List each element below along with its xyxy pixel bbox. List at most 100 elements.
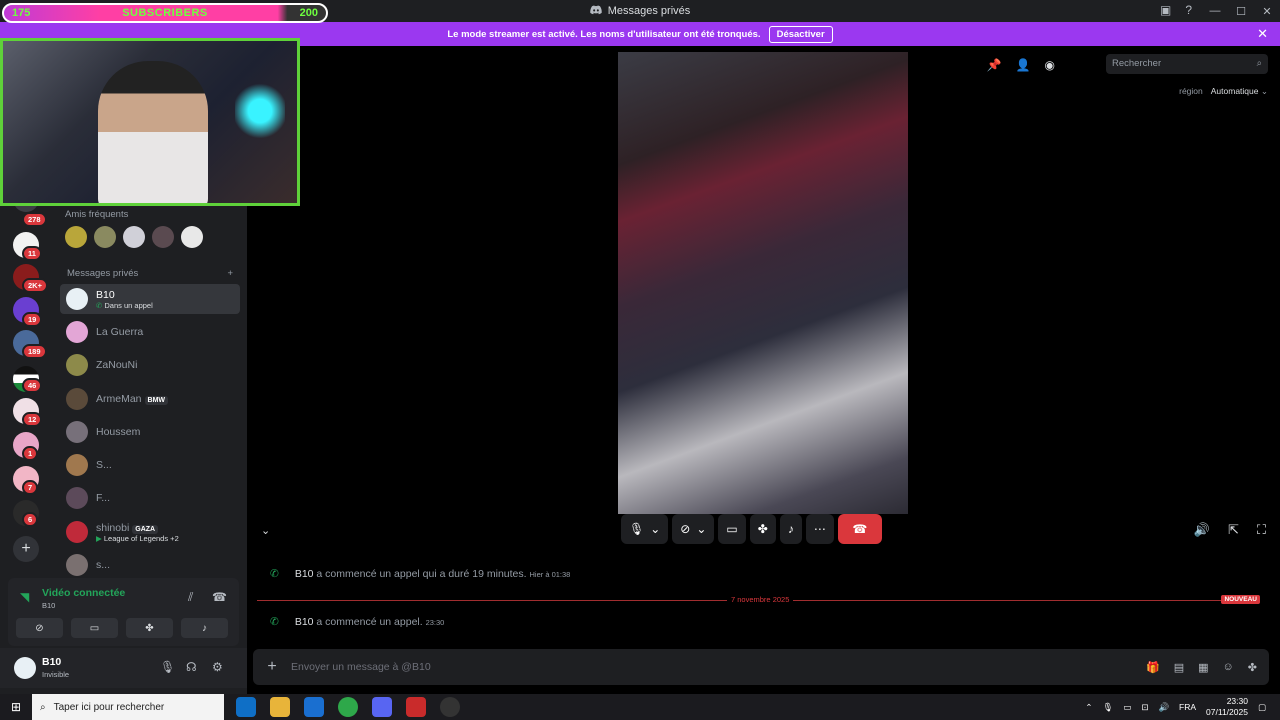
file-explorer-icon[interactable]: [270, 697, 290, 717]
language-indicator[interactable]: FRA: [1179, 702, 1196, 712]
taskbar-search[interactable]: ⌕ Taper ici pour rechercher: [32, 694, 224, 720]
sticker-icon[interactable]: ▦: [1198, 661, 1208, 674]
dm-item[interactable]: shinobi GAZA ▶ League of Legends +2: [60, 517, 240, 547]
dm-item[interactable]: ArmeMan BMW: [60, 384, 240, 414]
notification-icon[interactable]: ▢: [1258, 702, 1266, 713]
dm-section-header: Messages privés +: [67, 268, 233, 279]
search-icon: ⌕: [1256, 58, 1262, 69]
fullscreen-icon[interactable]: ⛶: [1257, 522, 1266, 538]
microphone-icon[interactable]: 🎙: [160, 660, 175, 674]
headphones-icon[interactable]: ☊: [186, 660, 197, 674]
store-icon[interactable]: [304, 697, 324, 717]
signal-icon[interactable]: ◥: [20, 590, 29, 604]
call-log-message: ✆ B10 a commencé un appel qui a duré 19 …: [270, 568, 571, 580]
obs-icon[interactable]: [440, 697, 460, 717]
clock[interactable]: 23:30 07/11/2025: [1206, 696, 1248, 718]
avatar[interactable]: [14, 657, 36, 679]
video-stream[interactable]: [618, 52, 908, 514]
popout-icon[interactable]: ⇱: [1228, 522, 1239, 538]
add-friend-icon[interactable]: 👤: [1016, 58, 1031, 72]
gift-icon[interactable]: 🎁: [1146, 661, 1160, 674]
dm-name: Houssem: [96, 426, 141, 438]
avatar: [66, 454, 88, 476]
activities-button[interactable]: ✤: [749, 514, 776, 544]
dm-name: S...: [96, 459, 112, 471]
add-server-icon[interactable]: +: [13, 536, 39, 562]
dm-item[interactable]: F...: [60, 483, 240, 513]
dm-item[interactable]: Houssem: [60, 417, 240, 447]
voicemeeter-icon[interactable]: [406, 697, 426, 717]
emoji-icon[interactable]: ☺: [1223, 661, 1234, 674]
activities-button[interactable]: ✤: [126, 618, 173, 638]
camera-off-button[interactable]: ⊘: [16, 618, 63, 638]
dm-activity: ▶ League of Legends +2: [96, 533, 179, 543]
dm-item[interactable]: S...: [60, 450, 240, 480]
dm-name: shinobi GAZA: [96, 522, 179, 534]
search-icon: ⌕: [40, 701, 46, 713]
frequent-friend-avatar[interactable]: [94, 226, 116, 248]
region-selector[interactable]: région Automatique ⌄: [1179, 86, 1268, 97]
microphone-button[interactable]: 🎙 ⌄: [621, 514, 669, 544]
system-tray: ⌃ 🎙 ▭ ⊡ 🔊 FRA 23:30 07/11/2025 ▢: [1085, 694, 1266, 720]
voice-server: B10: [42, 601, 56, 610]
frequent-friends-label: Amis fréquents: [65, 209, 129, 220]
network-icon[interactable]: ⊡: [1141, 702, 1148, 713]
inbox-icon[interactable]: ▣: [1160, 3, 1171, 17]
date-divider: 7 novembre 2025 NOUVEAU: [257, 595, 1260, 604]
chrome-icon[interactable]: [338, 697, 358, 717]
dm-name: F...: [96, 492, 111, 504]
webcam-overlay: [0, 38, 300, 206]
avatar: [66, 521, 88, 543]
dm-item[interactable]: La Guerra: [60, 317, 240, 347]
server-badge: 278: [22, 212, 47, 227]
noise-suppression-icon[interactable]: ⫽: [188, 590, 193, 605]
maximize-button[interactable]: ☐: [1228, 5, 1254, 18]
help-icon[interactable]: ?: [1185, 3, 1192, 17]
close-banner-icon[interactable]: ✕: [1257, 26, 1268, 42]
apps-icon[interactable]: ✤: [1248, 661, 1257, 674]
pin-icon[interactable]: 📌: [987, 58, 1002, 72]
frequent-friend-avatar[interactable]: [181, 226, 203, 248]
end-call-button[interactable]: ☎: [837, 514, 882, 544]
disconnect-icon[interactable]: ☎: [212, 590, 227, 604]
search-input[interactable]: Rechercher ⌕: [1106, 54, 1268, 74]
chevron-down-icon[interactable]: ⌄: [261, 524, 270, 537]
close-window-button[interactable]: ✕: [1254, 5, 1280, 18]
volume-icon[interactable]: 🔊: [1194, 522, 1210, 538]
message-input[interactable]: [291, 661, 1147, 673]
dm-name: s...: [96, 559, 111, 571]
dm-item-b10[interactable]: B10 ✆ Dans un appel: [60, 284, 240, 314]
chevron-up-icon[interactable]: ⌃: [1085, 702, 1092, 713]
frequent-friend-avatar[interactable]: [123, 226, 145, 248]
screen-share-button[interactable]: ▭: [718, 514, 746, 544]
soundboard-button[interactable]: ♪: [181, 618, 228, 638]
volume-icon[interactable]: 🔊: [1158, 702, 1169, 713]
soundboard-button[interactable]: ♪: [779, 514, 802, 544]
avatar: [66, 354, 88, 376]
dm-item[interactable]: s...: [60, 550, 240, 580]
game-icon: ▶: [96, 533, 102, 543]
camera-button[interactable]: ⊘ ⌄: [672, 514, 715, 544]
frequent-friend-avatar[interactable]: [65, 226, 87, 248]
hex-lights: [235, 81, 285, 141]
discord-icon[interactable]: [372, 697, 392, 717]
disable-streamer-button[interactable]: Désactiver: [768, 25, 833, 43]
call-view: 📌 👤 ◉ Rechercher ⌕ région Automatique ⌄ ⌄…: [247, 46, 1280, 556]
minimize-button[interactable]: —: [1202, 5, 1228, 17]
edge-icon[interactable]: [236, 697, 256, 717]
add-attachment-icon[interactable]: +: [253, 658, 291, 676]
add-dm-icon[interactable]: +: [227, 268, 233, 279]
frequent-friend-avatar[interactable]: [152, 226, 174, 248]
gif-icon[interactable]: ▤: [1174, 661, 1184, 674]
dm-section-label: Messages privés: [67, 268, 139, 279]
profile-icon[interactable]: ◉: [1045, 58, 1055, 72]
microphone-icon[interactable]: 🎙: [1103, 702, 1114, 713]
dm-item[interactable]: ZaNouNi: [60, 350, 240, 380]
gear-icon[interactable]: ⚙: [212, 660, 223, 674]
windows-start-icon[interactable]: ⊞: [0, 700, 32, 714]
more-options-button[interactable]: ⋯: [805, 514, 834, 544]
call-log-message: ✆ B10 a commencé un appel. 23:30: [270, 616, 445, 628]
screen-share-button[interactable]: ▭: [71, 618, 118, 638]
display-icon[interactable]: ▭: [1123, 702, 1131, 713]
server-badge: 12: [22, 412, 43, 427]
